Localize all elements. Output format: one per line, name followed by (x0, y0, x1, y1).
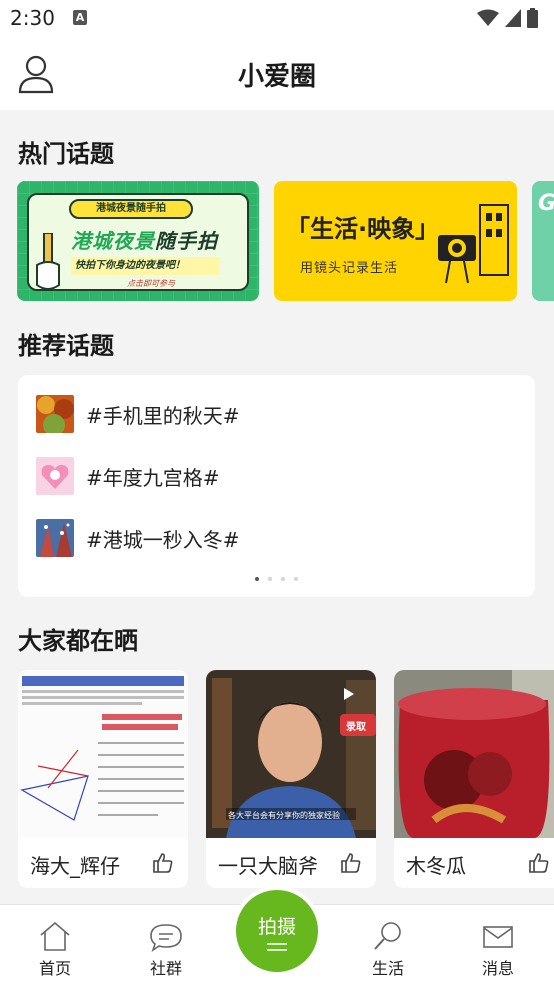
banner-night-scene[interactable]: 港城夜景随手拍 港城夜景随手拍 快拍下你身边的夜景吧！ 点击即可参与 (17, 181, 259, 301)
tab-messages[interactable]: 消息 (463, 919, 533, 979)
page-dot[interactable] (281, 577, 285, 581)
shoot-label: 拍摄 (257, 916, 296, 938)
flower-jar-image (394, 670, 554, 838)
banner-pill: 港城夜景随手拍 (69, 199, 193, 219)
wifi-icon (477, 9, 499, 26)
shoot-button[interactable]: 拍摄 (232, 886, 322, 976)
thumbs-up-icon[interactable] (340, 852, 362, 874)
video-badge: 录取 (346, 722, 366, 733)
brush-mascot-icon (36, 233, 60, 290)
notification-icon: A (73, 10, 87, 25)
winter-thumbnail (36, 519, 74, 557)
topic-item[interactable]: #港城一秒入冬# (36, 519, 240, 557)
status-icons (477, 8, 538, 28)
tab-label: 生活 (371, 959, 404, 978)
tab-life[interactable]: 生活 (353, 919, 423, 979)
page-dot[interactable] (294, 577, 298, 581)
tab-label: 社群 (149, 959, 182, 978)
topic-label: #手机里的秋天# (86, 403, 240, 428)
topic-label: #年度九宫格# (86, 465, 220, 490)
page-title: 小爱圈 (237, 62, 316, 92)
post-card[interactable]: 各大平台会有分享你的独家经验 录取 一只大脑斧 (206, 670, 376, 888)
tab-label: 消息 (481, 959, 514, 978)
topic-label: #港城一秒入冬# (86, 527, 240, 552)
camera-illustration-icon (438, 204, 509, 284)
banner-title-highlight: 港城夜景 (71, 229, 155, 253)
banner-title: 「生活·映象」 (286, 215, 440, 243)
post-card[interactable]: 海大_辉仔 (18, 670, 188, 888)
search-icon (374, 922, 401, 950)
page-dot[interactable] (268, 577, 272, 581)
tab-community[interactable]: 社群 (131, 919, 201, 979)
banner-title: G (538, 191, 554, 216)
hot-topics-title: 热门话题 (18, 140, 114, 168)
post-card[interactable]: 木冬瓜 (394, 670, 554, 888)
tab-label: 首页 (38, 959, 71, 978)
page-dot[interactable] (255, 577, 259, 581)
status-time: 2:30 (10, 6, 55, 30)
status-bar: 2:30 A (0, 0, 554, 38)
video-caption: 各大平台会有分享你的独家经验 (228, 811, 340, 820)
banner-subtitle: 快拍下你身边的夜景吧！ (71, 257, 219, 275)
nine-grid-thumbnail (36, 457, 74, 495)
post-author: 木冬瓜 (406, 854, 466, 878)
post-author: 一只大脑斧 (218, 854, 318, 878)
thumbs-up-icon[interactable] (528, 852, 550, 874)
pagination-dots (18, 577, 535, 581)
banner-partial[interactable]: G (532, 181, 554, 301)
recommended-topics-card: #手机里的秋天# #年度九宫格# #港城一秒入冬# (18, 375, 535, 597)
menu-lines-icon (267, 943, 287, 951)
topic-item[interactable]: #年度九宫格# (36, 457, 220, 495)
post-author: 海大_辉仔 (30, 854, 120, 878)
autumn-thumbnail (36, 395, 74, 433)
app-header: 小爱圈 (0, 38, 554, 110)
tab-home[interactable]: 首页 (20, 919, 90, 979)
banner-footer: 点击即可参与 (127, 279, 175, 288)
everyone-sharing-title: 大家都在晒 (18, 627, 138, 655)
recommended-topics-title: 推荐话题 (18, 332, 114, 360)
home-icon (40, 921, 70, 951)
topic-item[interactable]: #手机里的秋天# (36, 395, 240, 433)
math-worksheet-image (18, 670, 188, 838)
shoot-button-inner: 拍摄 (236, 890, 318, 972)
banner-title-rest: 随手拍 (155, 229, 218, 253)
mail-icon (483, 926, 513, 948)
chat-bubble-icon (150, 924, 182, 952)
banner-life-image[interactable]: 「生活·映象」 用镜头记录生活 (274, 181, 517, 301)
battery-icon (527, 8, 538, 28)
banner-subtitle: 用镜头记录生活 (300, 261, 399, 276)
thumbs-up-icon[interactable] (152, 852, 174, 874)
signal-icon (505, 9, 521, 27)
banner-title: 港城夜景随手拍 (71, 225, 218, 254)
